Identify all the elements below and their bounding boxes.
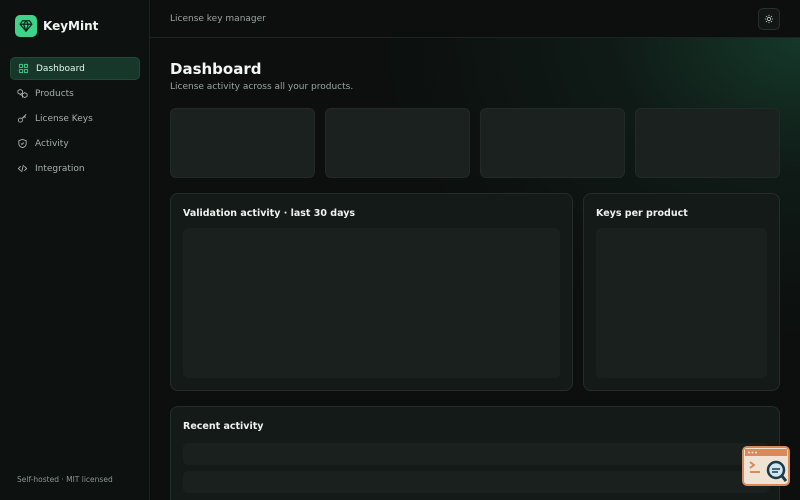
sidebar-item-label: Activity (35, 138, 69, 149)
brand[interactable]: KeyMint (15, 15, 98, 37)
sidebar-item-activity[interactable]: Activity (10, 132, 140, 155)
sidebar-item-license-keys[interactable]: License Keys (10, 107, 140, 130)
list-row-placeholder (183, 471, 769, 493)
terminal-search-icon (745, 449, 788, 482)
sidebar-item-dashboard[interactable]: Dashboard (10, 57, 140, 80)
topbar: License key manager (150, 0, 800, 38)
devtools-launcher-button[interactable] (742, 446, 790, 486)
sun-icon (764, 14, 774, 24)
stat-card-placeholder (325, 108, 470, 178)
code-icon (17, 164, 28, 173)
page-subtitle: License activity across all your product… (170, 82, 354, 92)
keys-per-product-card: Keys per product (583, 193, 780, 391)
page-title: Dashboard (170, 60, 262, 78)
sidebar-item-integration[interactable]: Integration (10, 157, 140, 180)
validation-activity-card: Validation activity · last 30 days (170, 193, 573, 391)
card-title: Keys per product (596, 208, 688, 219)
list-row-placeholder (183, 443, 769, 465)
key-icon (17, 114, 27, 123)
sidebar: KeyMint Dashboard Products License Keys … (0, 0, 150, 500)
sidebar-item-label: Dashboard (36, 63, 85, 74)
recent-activity-card: Recent activity (170, 406, 780, 500)
sidebar-item-label: Products (35, 88, 74, 99)
grid-icon (18, 63, 29, 74)
chart-placeholder (183, 228, 560, 378)
chart-placeholder (596, 228, 767, 378)
shield-icon (18, 138, 27, 149)
sidebar-item-label: Integration (35, 163, 85, 174)
boxes-icon (17, 88, 28, 99)
card-title: Validation activity · last 30 days (183, 208, 356, 219)
brand-name: KeyMint (43, 19, 99, 33)
sidebar-item-products[interactable]: Products (10, 82, 140, 105)
card-title: Recent activity (183, 421, 264, 432)
sidebar-footer: Self-hosted · MIT licensed (17, 475, 113, 484)
breadcrumb: License key manager (170, 13, 266, 24)
main-content: Dashboard License activity across all yo… (150, 38, 800, 500)
stat-card-placeholder (635, 108, 780, 178)
sidebar-item-label: License Keys (35, 113, 93, 124)
sidebar-nav: Dashboard Products License Keys Activity… (10, 57, 140, 182)
stat-card-placeholder (480, 108, 625, 178)
gem-logo-icon (15, 15, 37, 37)
stat-card-placeholder (170, 108, 315, 178)
theme-toggle-button[interactable] (758, 8, 780, 30)
